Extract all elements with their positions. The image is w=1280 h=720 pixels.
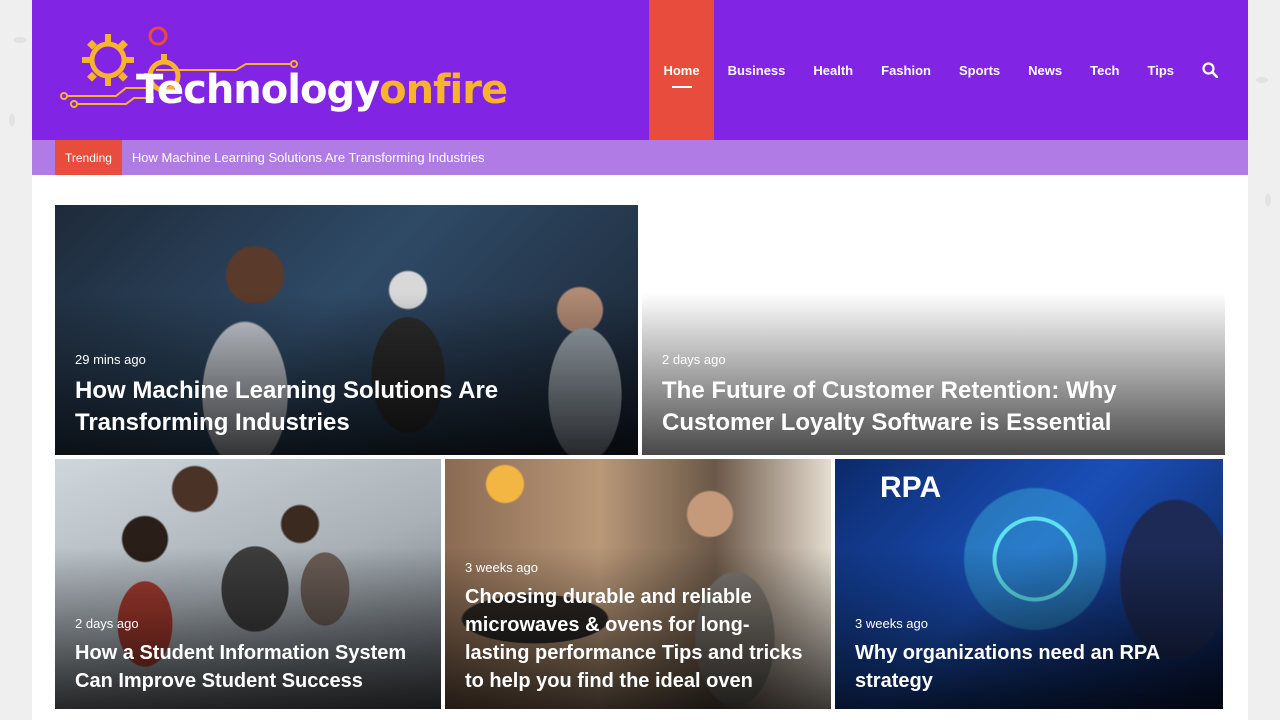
post-time: 3 weeks ago	[855, 616, 928, 631]
logo-wordmark: Technologyonfire	[136, 67, 508, 113]
post-title[interactable]: How a Student Information System Can Imp…	[75, 639, 423, 695]
site-header: Technologyonfire Home Business Health Fa…	[32, 0, 1248, 140]
trending-bar: Trending How Machine Learning Solutions …	[32, 140, 1248, 175]
post-title[interactable]: How Machine Learning Solutions Are Trans…	[75, 375, 620, 439]
post-title[interactable]: Choosing durable and reliable microwaves…	[465, 583, 813, 695]
nav-news[interactable]: News	[1014, 0, 1076, 140]
search-icon	[1202, 62, 1218, 78]
main-nav: Home Business Health Fashion Sports News…	[649, 0, 1224, 140]
nav-health[interactable]: Health	[799, 0, 867, 140]
trending-badge: Trending	[55, 140, 122, 175]
nav-fashion[interactable]: Fashion	[867, 0, 945, 140]
logo-word-technology: Technology	[136, 67, 380, 113]
nav-tech[interactable]: Tech	[1076, 0, 1133, 140]
trending-headline-link[interactable]: How Machine Learning Solutions Are Trans…	[132, 150, 485, 165]
nav-business[interactable]: Business	[714, 0, 800, 140]
site-logo[interactable]: Technologyonfire	[56, 18, 508, 128]
post-time: 3 weeks ago	[465, 560, 538, 575]
nav-tips[interactable]: Tips	[1134, 0, 1189, 140]
post-time: 2 days ago	[75, 616, 139, 631]
search-button[interactable]	[1188, 0, 1224, 140]
post-card[interactable]: 2 days ago How a Student Information Sys…	[55, 459, 441, 709]
logo-word-onfire: onfire	[379, 67, 508, 113]
post-time: 2 days ago	[662, 352, 726, 367]
nav-sports[interactable]: Sports	[945, 0, 1014, 140]
post-card[interactable]: 3 weeks ago Choosing durable and reliabl…	[445, 459, 831, 709]
post-title[interactable]: Why organizations need an RPA strategy	[855, 639, 1205, 695]
featured-post-card[interactable]: 2 days ago The Future of Customer Retent…	[642, 205, 1225, 455]
nav-home[interactable]: Home	[649, 0, 714, 140]
post-title[interactable]: The Future of Customer Retention: Why Cu…	[662, 375, 1207, 439]
featured-post-card[interactable]: 29 mins ago How Machine Learning Solutio…	[55, 205, 638, 455]
post-card[interactable]: RPA 3 weeks ago Why organizations need a…	[835, 459, 1223, 709]
post-time: 29 mins ago	[75, 352, 146, 367]
page-container: Technologyonfire Home Business Health Fa…	[32, 0, 1248, 720]
rpa-label: RPA	[880, 471, 942, 504]
